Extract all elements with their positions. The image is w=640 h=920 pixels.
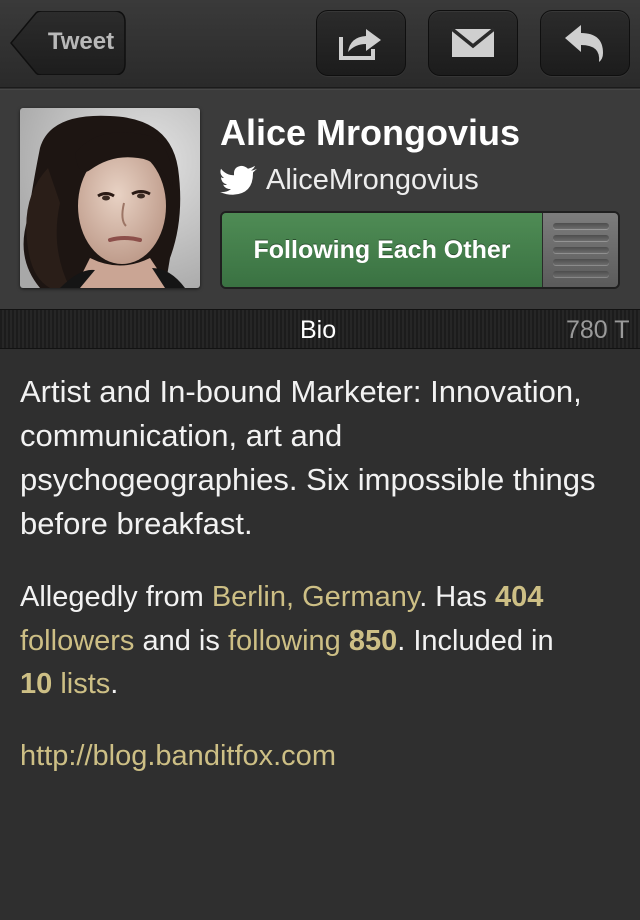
website-link[interactable]: http://blog.banditfox.com [20,740,620,773]
lists-count: 10 [20,668,53,700]
mail-button[interactable] [428,10,518,76]
lists-label: lists [60,668,111,700]
followers-label: followers [20,624,135,657]
followers-count: 404 [494,581,544,613]
share-icon [339,29,381,60]
bio-info: Allegedly from Berlin, Germany. Has 404 f… [20,576,630,707]
menu-line-icon [552,235,609,241]
back-button-label: Tweet [47,28,115,55]
share-button[interactable] [316,10,406,76]
following-count: 850 [348,624,398,657]
info-is: and is [134,624,228,657]
section-tabs: Bio 780 T [0,309,640,349]
lists-link[interactable]: 10 lists [20,668,110,700]
reply-icon [565,25,603,62]
follow-control: Following Each Other [220,211,620,289]
location-link[interactable]: Berlin, Germany [212,581,419,613]
bio-content: Artist and In-bound Marketer: Innovation… [0,350,640,920]
info-prefix: Allegedly from [20,581,212,613]
follow-menu-button[interactable] [542,213,618,287]
info-has: . Has [419,581,495,613]
follow-status-button[interactable]: Following Each Other [222,213,542,287]
avatar[interactable] [20,108,200,288]
twitter-bird-icon [220,165,257,195]
top-toolbar: Tweet [0,0,640,88]
handle-row: AliceMrongovius [220,162,479,198]
following-link[interactable]: following 850 [228,625,397,657]
profile-header: Alice Mrongovius AliceMrongovius Followi… [0,89,640,309]
menu-line-icon [552,223,609,229]
following-label: following [227,624,341,657]
menu-line-icon [552,247,609,253]
reply-button[interactable] [540,10,630,76]
mail-icon [450,27,496,57]
profile-name: Alice Mrongovius [220,112,521,153]
menu-line-icon [552,259,609,265]
tab-tweets[interactable]: 780 T [566,310,629,348]
profile-photo [20,108,200,288]
back-button[interactable]: Tweet [10,11,126,75]
tab-bio[interactable]: Bio [300,310,336,348]
info-end: . [110,668,119,700]
bio-description: Artist and In-bound Marketer: Innovation… [20,374,596,541]
menu-line-icon [552,271,609,277]
profile-handle: AliceMrongovius [266,163,479,196]
info-included: . Included in [397,624,554,657]
